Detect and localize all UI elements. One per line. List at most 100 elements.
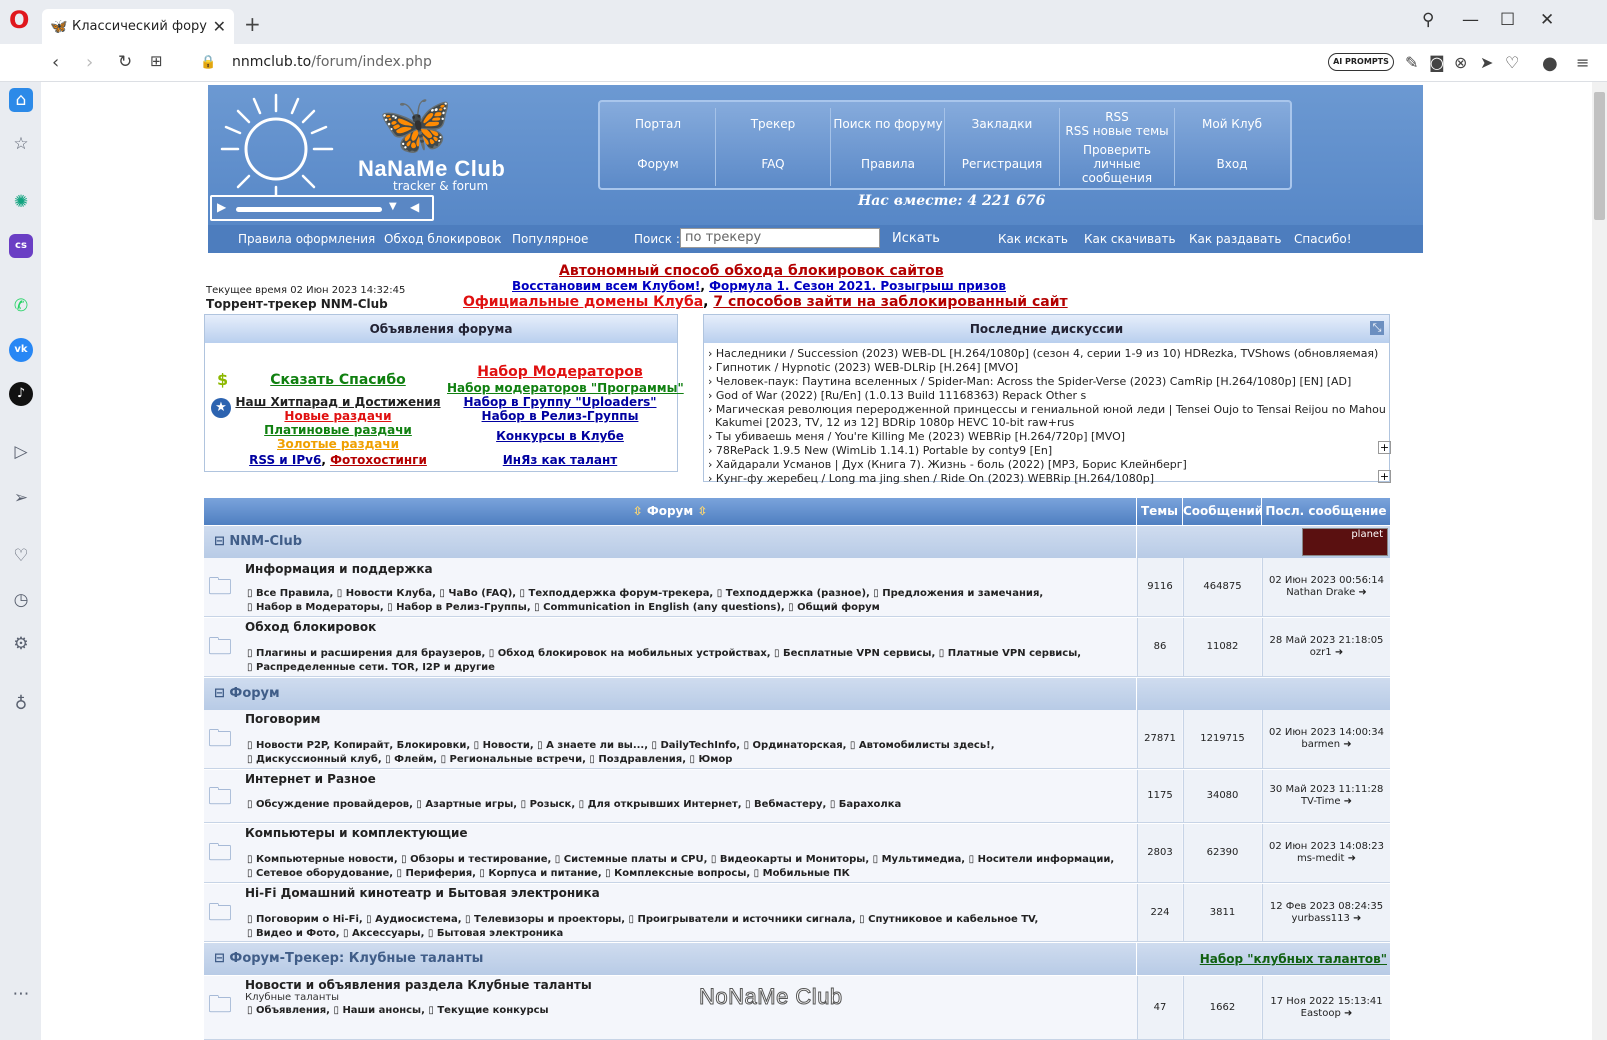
forum-row[interactable]: 🗀 Компьютеры и комплектующие ▯ Компьютер… xyxy=(204,824,1390,883)
subforums[interactable]: ▯ Объявления, ▯ Наши анонсы, ▯ Текущие к… xyxy=(247,1005,549,1016)
last-post[interactable]: 28 Май 2023 21:18:05 ozr1 ➜ xyxy=(1262,618,1390,676)
discussion-item[interactable]: › Ты убиваешь меня / You're Killing Me (… xyxy=(708,430,1125,443)
subforums[interactable]: ▯ Плагины и расширения для браузеров, ▯ … xyxy=(247,648,1081,659)
contests-link[interactable]: Конкурсы в Клубе xyxy=(447,429,673,443)
forum-title[interactable]: Обход блокировок xyxy=(245,620,376,634)
subnav-how-seed[interactable]: Как раздавать xyxy=(1189,232,1281,246)
player-progress[interactable] xyxy=(236,207,382,212)
expand-icon[interactable]: + xyxy=(1378,470,1391,483)
subnav-rules[interactable]: Правила оформления xyxy=(238,232,375,246)
inyaz-link[interactable]: ИнЯз как талант xyxy=(447,453,673,467)
announce-7-ways[interactable]: 7 способов зайти на заблокированный сайт xyxy=(713,294,1067,310)
announce-formula1[interactable]: Формула 1. Сезон 2021. Розыгрыш призов xyxy=(709,279,1006,293)
vk-icon[interactable]: vk xyxy=(9,338,33,362)
talents-recruit-link[interactable]: Набор "клубных талантов" xyxy=(1200,943,1387,975)
chatsonic-icon[interactable]: cs xyxy=(9,234,33,258)
forum-row[interactable]: 🗀 Поговорим ▯ Новости P2P, Копирайт, Бло… xyxy=(204,710,1390,769)
discussion-item[interactable]: › Человек-паук: Паутина вселенных / Spid… xyxy=(708,375,1351,388)
platinum-releases-link[interactable]: Платиновые раздачи xyxy=(235,423,441,437)
vertical-scrollbar[interactable] xyxy=(1592,82,1607,1040)
subnav-thanks[interactable]: Спасибо! xyxy=(1294,232,1352,246)
heart-icon[interactable]: ♡ xyxy=(1505,53,1519,72)
dropdown-icon[interactable]: ▼ xyxy=(389,201,397,212)
last-post[interactable]: 02 Июн 2023 00:56:14 Nathan Drake ➜ xyxy=(1262,558,1390,616)
subnav-bypass[interactable]: Обход блокировок xyxy=(384,232,501,246)
subnav-how-download[interactable]: Как скачивать xyxy=(1084,232,1176,246)
home-icon[interactable]: ⌂ xyxy=(9,88,33,112)
reload-icon[interactable]: ↻ xyxy=(118,52,132,72)
settings-icon[interactable]: ⚙ xyxy=(9,632,33,656)
expand-icon[interactable]: + xyxy=(1378,441,1391,454)
new-releases-link[interactable]: Новые раздачи xyxy=(235,409,441,423)
nav-my-club[interactable]: Мой Клуб xyxy=(1176,104,1288,144)
new-tab-icon[interactable]: + xyxy=(244,12,261,36)
maximize-icon[interactable]: ☐ xyxy=(1500,10,1515,30)
discussion-item[interactable]: › Кунг-фу жеребец / Long ma jing shen / … xyxy=(708,472,1154,485)
forum-title[interactable]: Интернет и Разное xyxy=(245,772,376,786)
send-sidebar-icon[interactable]: ➢ xyxy=(9,486,33,510)
category-talents[interactable]: ⊟ Форум-Трекер: Клубные таланты xyxy=(204,943,1136,975)
play-icon[interactable]: ▶ xyxy=(217,200,226,214)
ai-prompts-button[interactable]: AI PROMPTS xyxy=(1328,53,1394,71)
butterfly-logo-icon[interactable]: 🦋 xyxy=(378,95,453,155)
send-icon[interactable]: ➤ xyxy=(1480,53,1493,72)
hitparade-link[interactable]: Наш Хитпарад и Достижения xyxy=(235,395,441,409)
last-post[interactable]: 30 Май 2023 11:11:28 TV-Time ➜ xyxy=(1262,770,1390,822)
back-icon[interactable]: ‹ xyxy=(52,52,59,73)
discussion-item[interactable]: › Гипнотик / Hypnotic (2023) WEB-DLRip [… xyxy=(708,361,1018,374)
forum-row[interactable]: 🗀 Интернет и Разное ▯ Обсуждение провайд… xyxy=(204,770,1390,823)
tabs-grid-icon[interactable]: ⊞ xyxy=(150,52,163,70)
camera-icon[interactable]: ◙ xyxy=(1429,53,1445,72)
close-tab-icon[interactable]: ✕ xyxy=(213,17,226,36)
forum-row[interactable]: 🗀 Hi-Fi Домашний кинотеатр и Бытовая эле… xyxy=(204,884,1390,942)
nav-forum-search[interactable]: Поиск по форуму xyxy=(832,104,944,144)
edit-icon[interactable]: ✎ xyxy=(1405,53,1418,72)
more-icon[interactable]: ⋯ xyxy=(9,982,33,1006)
search-tabs-icon[interactable]: ⚲ xyxy=(1422,10,1434,30)
say-thanks-link[interactable]: Сказать Спасибо xyxy=(235,372,441,388)
subforums[interactable]: ▯ Новости P2P, Копирайт, Блокировки, ▯ Н… xyxy=(247,740,995,751)
nav-rss[interactable]: RSS RSS новые темы xyxy=(1061,104,1173,144)
subforums[interactable]: ▯ Обсуждение провайдеров, ▯ Азартные игр… xyxy=(247,799,901,810)
discussion-item[interactable]: › Хайдарали Усманов | Дух (Книга 7). Жиз… xyxy=(708,458,1187,471)
volume-icon[interactable]: ◀ xyxy=(410,200,419,214)
collapse-category-icon[interactable]: ⊟ xyxy=(214,951,229,966)
nav-check-pm[interactable]: Проверить личные сообщения xyxy=(1061,143,1173,185)
subforums[interactable]: ▯ Видео и Фото, ▯ Аксессуары, ▯ Бытовая … xyxy=(247,928,563,939)
heart-sidebar-icon[interactable]: ♡ xyxy=(9,544,33,568)
category-nnm-club[interactable]: ⊟ NNM-Club xyxy=(204,526,1136,558)
close-window-icon[interactable]: ✕ xyxy=(1540,10,1554,30)
discussion-item[interactable]: › Магическая революция переродженной при… xyxy=(708,403,1386,416)
url-field[interactable]: nnmclub.to/forum/index.php xyxy=(232,54,432,70)
gold-releases-link[interactable]: Золотые раздачи xyxy=(235,437,441,451)
profile-icon[interactable]: ● xyxy=(1542,53,1558,74)
forum-title[interactable]: Компьютеры и комплектующие xyxy=(245,826,468,840)
last-post[interactable]: 02 Июн 2023 14:08:23 ms-medit ➜ xyxy=(1262,824,1390,882)
nav-forum[interactable]: Форум xyxy=(602,144,714,184)
last-post[interactable]: 02 Июн 2023 14:00:34 barmen ➜ xyxy=(1262,710,1390,768)
collapse-category-icon[interactable]: ⊟ xyxy=(214,686,229,701)
subnav-how-search[interactable]: Как искать xyxy=(998,232,1068,246)
rss-link[interactable]: RSS и IPv6 xyxy=(249,453,321,467)
history-icon[interactable]: ◷ xyxy=(9,588,33,612)
search-button[interactable]: Искать xyxy=(892,231,940,246)
discussion-item[interactable]: › God of War (2022) [Ru/En] (1.0.13 Buil… xyxy=(708,389,1086,402)
tips-icon[interactable]: ♁ xyxy=(9,692,33,716)
opera-logo-icon[interactable]: O xyxy=(9,8,31,32)
star-icon[interactable]: ☆ xyxy=(9,132,33,156)
subforums[interactable]: ▯ Распределенные сети. TOR, I2P и другие xyxy=(247,662,495,673)
photohosting-link[interactable]: Фотохостинги xyxy=(330,453,427,467)
nav-register[interactable]: Регистрация xyxy=(946,144,1058,184)
menu-icon[interactable]: ≡ xyxy=(1576,53,1589,72)
nav-portal[interactable]: Портал xyxy=(602,104,714,144)
subforums[interactable]: ▯ Сетевое оборудование, ▯ Периферия, ▯ К… xyxy=(247,868,850,879)
tiktok-icon[interactable]: ♪ xyxy=(9,382,33,406)
announce-autonomous-bypass[interactable]: Автономный способ обхода блокировок сайт… xyxy=(559,263,944,279)
forum-title[interactable]: Hi-Fi Домашний кинотеатр и Бытовая элект… xyxy=(245,886,600,900)
last-post[interactable]: 17 Ноя 2022 15:13:41 Eastoop ➜ xyxy=(1262,976,1390,1039)
col-forum-header[interactable]: ⇳ Форум ⇳ xyxy=(204,498,1136,525)
search-input[interactable]: по трекеру xyxy=(680,228,880,248)
nav-bookmarks[interactable]: Закладки xyxy=(946,104,1058,144)
forum-title[interactable]: Информация и поддержка xyxy=(245,562,433,576)
uploaders-link[interactable]: Набор в Группу "Uploaders" xyxy=(447,395,673,409)
